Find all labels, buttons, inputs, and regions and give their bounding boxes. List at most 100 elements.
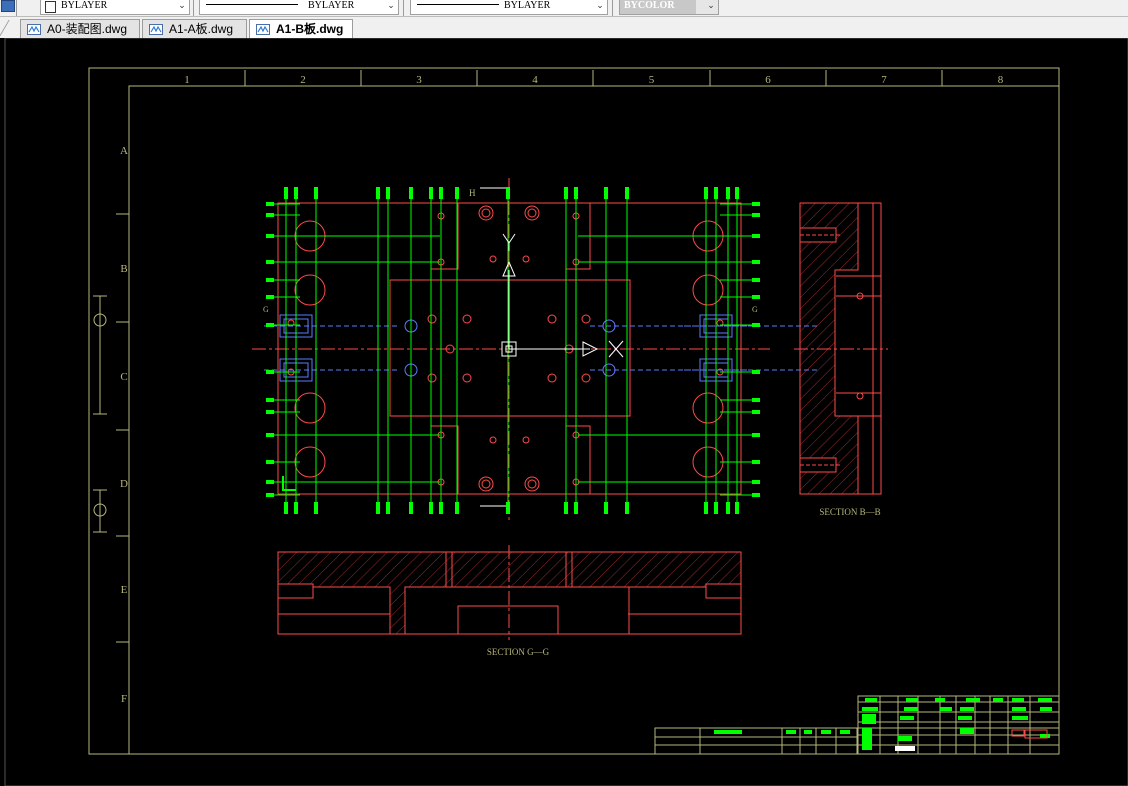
dim-tick [506, 502, 510, 514]
bolt-hole [547, 314, 557, 324]
dim-tick [429, 187, 433, 199]
title-fill [906, 698, 918, 702]
dim-tick [726, 502, 730, 514]
tab-a0-assembly[interactable]: A0-装配图.dwg [20, 19, 140, 38]
chevron-down-icon[interactable]: ⌄ [593, 0, 607, 14]
tap-hole [522, 436, 530, 444]
dim-tick [386, 502, 390, 514]
dim-tick [735, 502, 739, 514]
tab-a1-b-plate[interactable]: A1-B板.dwg [249, 19, 353, 39]
tap-hole [522, 255, 530, 263]
inner-border [128, 85, 1060, 755]
title-fill [821, 730, 831, 734]
dim-tick [574, 502, 578, 514]
dim-tick [266, 260, 274, 264]
drawing-canvas[interactable]: 1 2 3 4 5 6 7 8 A B C D E F SECTION B—B SECTION G—G H… [0, 38, 1128, 786]
dim-tick [752, 493, 760, 497]
linetype-combo[interactable]: BYLAYER ⌄ [199, 0, 399, 15]
dim-tick [625, 187, 629, 199]
section-marker-g-right: G [752, 305, 758, 314]
dwg-file-icon [149, 24, 163, 35]
title-fill [804, 730, 812, 734]
color-swatch [45, 1, 56, 13]
linetype-preview [206, 4, 298, 5]
title-fill [895, 746, 915, 751]
tab-a1-a-plate[interactable]: A1-A板.dwg [142, 19, 247, 38]
dim-tick [604, 187, 608, 199]
dim-tick [506, 187, 510, 199]
counterbore [478, 476, 494, 492]
section-marker-g-left: G [263, 305, 269, 314]
bolt-hole [581, 373, 591, 383]
dim-tick [314, 187, 318, 199]
dim-tick [752, 480, 760, 484]
guide-pin-hole [692, 274, 724, 306]
dim-tick [752, 410, 760, 414]
layer-states-icon[interactable] [1, 0, 15, 12]
dim-tick [714, 187, 718, 199]
title-fill [1012, 707, 1026, 711]
dim-tick [266, 398, 274, 402]
dim-tick [752, 213, 760, 217]
tab-label: A1-B板.dwg [276, 22, 344, 36]
dim-tick [376, 187, 380, 199]
color-combo[interactable]: BYLAYER ⌄ [40, 0, 190, 15]
bolt-hole [581, 314, 591, 324]
ucs-icon [501, 233, 624, 358]
dim-tick [266, 295, 274, 299]
title-fill [1012, 716, 1028, 720]
plotstyle-combo: BYCOLOR ⌄ [619, 0, 719, 15]
bolt-hole [481, 208, 491, 218]
dim-tick [564, 502, 568, 514]
dim-tick [752, 433, 760, 437]
title-fill [714, 730, 742, 734]
title-fill [935, 698, 945, 702]
title-fill [958, 716, 972, 720]
dim-tick [752, 460, 760, 464]
bolt-hole [427, 314, 437, 324]
dim-tick [574, 187, 578, 199]
cad-drawing[interactable]: 1 2 3 4 5 6 7 8 A B C D E F SECTION B—B SECTION G—G H… [0, 38, 1128, 786]
zone-column-label: 6 [765, 74, 771, 86]
dim-tick [314, 502, 318, 514]
title-fill [840, 730, 850, 734]
dim-tick [284, 187, 288, 199]
zone-column-label: 8 [998, 74, 1004, 86]
title-fill [1012, 698, 1024, 702]
lineweight-preview [417, 4, 499, 5]
dim-tick [266, 278, 274, 282]
plotstyle-combo-value: BYCOLOR [624, 0, 675, 11]
tab-label: A0-装配图.dwg [47, 22, 128, 36]
section-gg-view [277, 545, 742, 640]
tap-hole [489, 255, 497, 263]
dim-tick [714, 502, 718, 514]
title-fill [940, 707, 952, 711]
bolt-hole [527, 208, 537, 218]
dim-tick [752, 370, 760, 374]
dim-tick [266, 460, 274, 464]
dim-tick [409, 502, 413, 514]
lineweight-combo[interactable]: BYLAYER ⌄ [410, 0, 608, 15]
zone-row-label: E [121, 584, 128, 596]
dim-tick [266, 370, 274, 374]
dim-tick [752, 202, 760, 206]
dim-tick [266, 234, 274, 238]
title-block [654, 695, 1060, 755]
dwg-file-icon [27, 24, 41, 35]
guide-pin-hole [692, 392, 724, 424]
dim-tick [439, 502, 443, 514]
chevron-down-icon[interactable]: ⌄ [384, 0, 398, 14]
counterbore [478, 205, 494, 221]
tapped-hole [705, 583, 742, 599]
bolt-hole [462, 373, 472, 383]
dim-tick [266, 213, 274, 217]
zone-row-label: C [120, 371, 127, 383]
dim-tick [266, 410, 274, 414]
dim-tick [752, 398, 760, 402]
dim-tick [266, 433, 274, 437]
zone-row-label: B [120, 263, 127, 275]
zone-row-label: F [121, 693, 127, 705]
chevron-down-icon[interactable]: ⌄ [175, 0, 189, 14]
dim-tick [726, 187, 730, 199]
bolt-hole [547, 373, 557, 383]
